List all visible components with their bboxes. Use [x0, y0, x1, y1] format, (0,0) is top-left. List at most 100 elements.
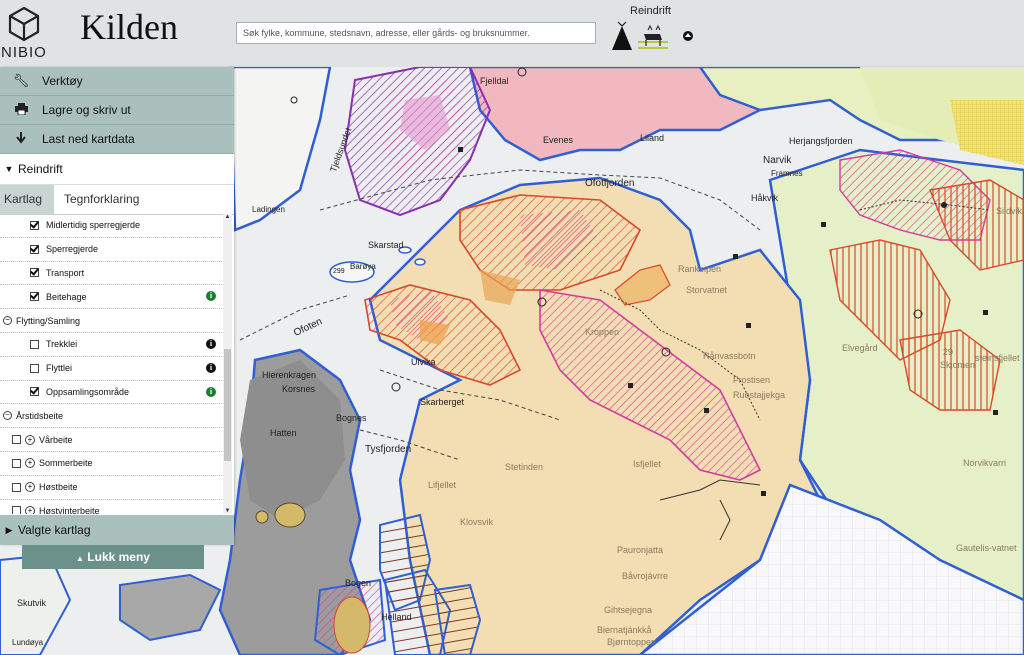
layer-label: Flyttlei	[46, 363, 73, 374]
app-title: Kilden	[80, 7, 178, 47]
map-label: Ofotfjorden	[585, 178, 635, 189]
layer-beitehage[interactable]: Beitehage i	[0, 285, 222, 310]
layer-sommerbeite[interactable]: + Sommerbeite	[0, 452, 222, 476]
map-label: Rånvassbotn	[703, 351, 756, 361]
section-title: Reindrift	[18, 162, 63, 176]
map-label: Pauronjatta	[617, 545, 664, 555]
search-input[interactable]	[236, 22, 596, 44]
close-menu-button[interactable]: ▲ Lukk meny	[22, 545, 204, 569]
group-arstidsbeite[interactable]: − Årstidsbeite	[0, 404, 222, 429]
map-label: Elvegård	[842, 343, 878, 353]
checkbox[interactable]	[30, 339, 39, 349]
theme-selector[interactable]: Reindrift	[606, 4, 696, 56]
group-flytting-samling[interactable]: − Flytting/Samling	[0, 309, 222, 333]
map-label: Lifjellet	[428, 480, 457, 490]
layer-transport[interactable]: Transport	[0, 262, 222, 286]
group-label: Flytting/Samling	[16, 315, 81, 326]
checkbox[interactable]	[30, 268, 39, 278]
map-label: Barøya	[350, 262, 376, 271]
map-label: Hierenkragen	[262, 370, 317, 380]
theme-label: Reindrift	[630, 5, 671, 17]
layer-label: Trekklei	[46, 339, 78, 350]
layer-label: Sperregjerde	[46, 244, 99, 255]
checkbox[interactable]	[30, 292, 39, 302]
map-label: Helland	[381, 612, 412, 622]
logo-text: NIBIO	[1, 44, 47, 61]
scroll-up-icon[interactable]: ▲	[223, 214, 232, 220]
tool-last-ned-kartdata[interactable]: Last ned kartdata	[0, 125, 234, 154]
tab-bar: Kartlag Tegnforklaring	[0, 185, 234, 215]
map-label: Liland	[640, 133, 665, 143]
layer-midlertidig-sperregjerde[interactable]: Midlertidig sperregjerde	[0, 214, 222, 238]
map-label: Ulvika	[411, 357, 436, 367]
layer-trekklei[interactable]: Trekklei i	[0, 333, 222, 357]
map-label: Isfjellet	[633, 459, 662, 469]
map-label: Skarstad	[368, 240, 404, 250]
checkbox[interactable]	[12, 435, 21, 445]
expand-icon[interactable]: +	[25, 458, 35, 469]
info-icon[interactable]: i	[206, 386, 216, 397]
map-label: Skarberget	[420, 397, 465, 407]
map-label: Evenes	[543, 135, 574, 145]
layer-sperregjerde[interactable]: Sperregjerde	[0, 238, 222, 262]
map-label: Herjangsfjorden	[789, 136, 853, 146]
layer-label: Høstbeite	[39, 482, 78, 493]
map-label: Kroppen	[585, 327, 620, 337]
info-icon[interactable]: i	[206, 291, 216, 302]
caret-right-icon: ▶	[5, 524, 13, 535]
layer-label: Oppsamlingsområde	[46, 386, 130, 397]
info-icon[interactable]: i	[206, 338, 216, 349]
map-label: Gautelis-vatnet	[956, 543, 1017, 553]
section-reindrift[interactable]: ▼ Reindrift	[0, 154, 234, 185]
map-label: Stetinden	[505, 462, 544, 472]
tab-kartlag[interactable]: Kartlag	[0, 185, 54, 214]
expand-icon[interactable]: +	[25, 482, 35, 493]
collapse-icon[interactable]: −	[3, 316, 12, 326]
map-label: Håkvik	[751, 193, 779, 203]
wrench-icon: 🔧︎	[12, 73, 30, 88]
map-label: Klovsvik	[460, 517, 494, 527]
reindeer-herding-icon	[612, 21, 693, 50]
top-header: NIBIO Kilden Reindrift	[0, 0, 1024, 67]
map-label: Skutvik	[17, 598, 47, 608]
tool-label: Lagre og skriv ut	[42, 103, 131, 117]
layer-label: Høstvinterbeite	[39, 505, 100, 514]
nibio-cube-icon	[8, 6, 40, 42]
scroll-thumb[interactable]	[224, 349, 231, 461]
layer-hostvinterbeite[interactable]: + Høstvinterbeite	[0, 500, 222, 514]
map-label: Storvatnet	[686, 285, 728, 295]
info-icon[interactable]: i	[206, 362, 216, 373]
map-label: Skjomen	[940, 360, 976, 370]
checkbox[interactable]	[12, 482, 21, 492]
layer-flyttlei[interactable]: Flyttlei i	[0, 357, 222, 381]
expand-icon[interactable]: +	[25, 505, 35, 514]
section-valgte-kartlag[interactable]: ▶ Valgte kartlag	[0, 515, 234, 545]
caret-up-icon: ▲	[76, 554, 84, 563]
layer-list: Midlertidig sperregjerde Sperregjerde Tr…	[0, 214, 222, 514]
checkbox[interactable]	[30, 363, 39, 373]
checkbox[interactable]	[12, 506, 21, 514]
layer-label: Midlertidig sperregjerde	[46, 220, 141, 231]
layer-varbeite[interactable]: + Vårbeite	[0, 428, 222, 452]
checkbox[interactable]	[12, 458, 21, 468]
collapse-icon[interactable]: −	[3, 411, 12, 421]
layer-hostbeite[interactable]: + Høstbeite	[0, 476, 222, 500]
download-icon	[0, 131, 42, 147]
map-label: 299	[333, 268, 345, 275]
tool-verktoy[interactable]: 🔧︎ Verktøy	[0, 67, 234, 96]
map-label: Bogen	[345, 578, 372, 588]
scroll-down-icon[interactable]: ▼	[223, 508, 232, 514]
expand-icon[interactable]: +	[25, 434, 35, 445]
layer-oppsamlingsomrade[interactable]: Oppsamlingsområde i	[0, 381, 222, 405]
close-menu-label: Lukk meny	[87, 550, 150, 564]
tool-lagre-skriv-ut[interactable]: Lagre og skriv ut	[0, 96, 234, 125]
tab-tegnforklaring[interactable]: Tegnforklaring	[54, 185, 149, 214]
map-label: Korsnes	[282, 384, 316, 394]
checkbox[interactable]	[30, 387, 39, 397]
map-label: Rankeipen	[678, 264, 722, 274]
layer-label: Vårbeite	[39, 434, 73, 445]
tool-label: Last ned kartdata	[42, 132, 135, 146]
checkbox[interactable]	[30, 220, 39, 230]
layer-list-scrollbar[interactable]: ▲ ▼	[223, 214, 232, 514]
checkbox[interactable]	[30, 244, 39, 254]
